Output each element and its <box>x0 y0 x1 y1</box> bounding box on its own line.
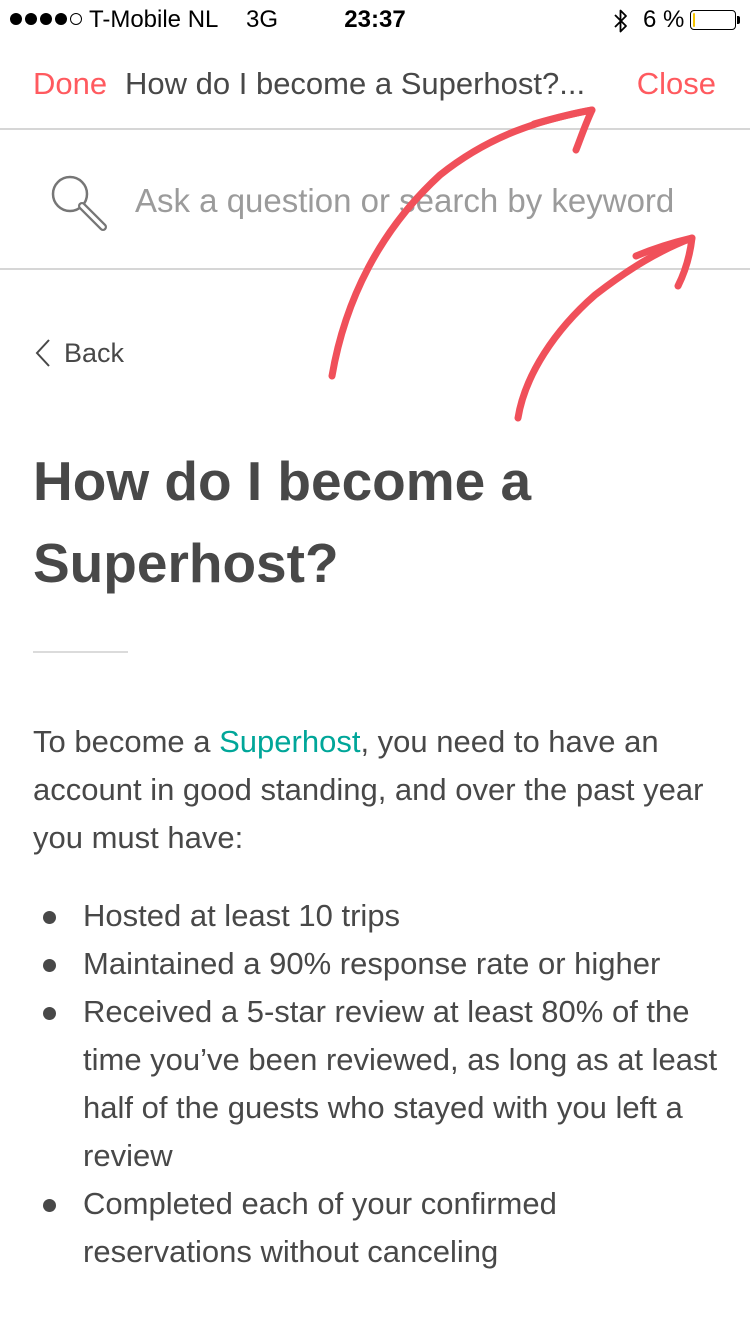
navigation-bar: Done How do I become a Superhost?... Clo… <box>0 40 750 130</box>
list-item-text: Received a 5-star review at least 80% of… <box>83 994 718 1173</box>
list-item: Completed each of your confirmed reserva… <box>33 1180 723 1276</box>
screen: T-Mobile NL 3G 23:37 6 % Done How do I b… <box>0 0 750 1334</box>
list-item-text: Maintained a 90% response rate or higher <box>83 946 661 981</box>
search-bar <box>0 132 750 270</box>
battery-percentage: 6 % <box>643 6 685 33</box>
list-item: Maintained a 90% response rate or higher <box>33 940 723 988</box>
status-bar: T-Mobile NL 3G 23:37 6 % <box>0 0 750 40</box>
search-input[interactable] <box>135 176 703 226</box>
list-item-text: Completed each of your confirmed reserva… <box>83 1186 557 1269</box>
requirements-list: Hosted at least 10 trips Maintained a 90… <box>33 892 723 1276</box>
battery-level <box>693 13 696 27</box>
article-intro: To become a Superhost, you need to have … <box>33 718 723 862</box>
back-label: Back <box>64 337 125 368</box>
article-title: How do I become a Superhost? <box>33 450 532 594</box>
chevron-left-icon <box>35 339 50 367</box>
battery-tip <box>737 16 740 24</box>
list-item-text: Hosted at least 10 trips <box>83 898 401 933</box>
divider <box>33 651 128 653</box>
battery-icon <box>690 10 736 30</box>
page-title: How do I become a Superhost?... <box>125 66 586 101</box>
bullet-icon <box>43 1007 56 1020</box>
done-button[interactable]: Done <box>33 66 107 102</box>
back-button[interactable]: Back <box>34 333 124 373</box>
bullet-icon <box>43 959 56 972</box>
list-item: Hosted at least 10 trips <box>33 892 723 940</box>
clock: 23:37 <box>344 6 406 33</box>
list-item: Received a 5-star review at least 80% of… <box>33 988 723 1180</box>
bullet-icon <box>43 911 56 924</box>
intro-text: To become a <box>33 724 220 759</box>
search-icon <box>51 175 107 231</box>
superhost-link[interactable]: Superhost <box>219 724 360 759</box>
bluetooth-icon <box>614 9 627 33</box>
bullet-icon <box>43 1199 56 1212</box>
close-button[interactable]: Close <box>637 66 716 102</box>
